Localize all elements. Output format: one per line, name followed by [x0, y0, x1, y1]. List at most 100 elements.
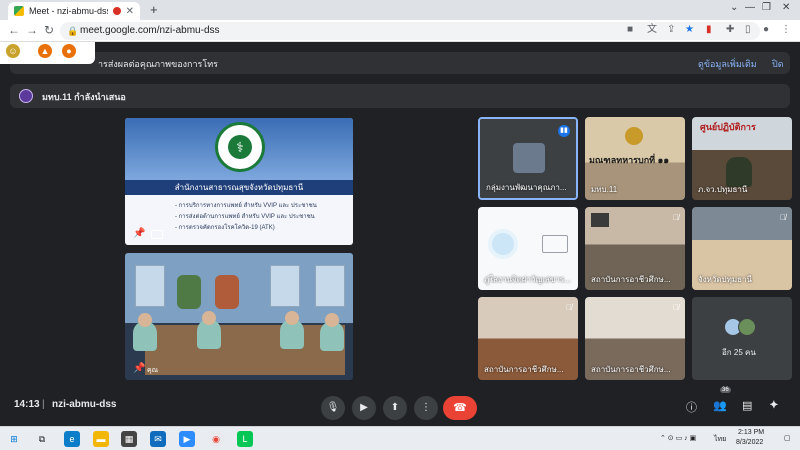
participant-tile[interactable]: 🎙̸ สถาบันการอาชีวศึกษ...	[585, 297, 685, 380]
tab-close-icon[interactable]: ✕	[126, 6, 134, 17]
extensions-icon[interactable]: ✚	[726, 24, 734, 36]
participant-tile[interactable]: ▮▮ กลุ่มงานพัฒนาคุณภา...	[478, 117, 578, 200]
muted-mic-icon: 🎙̸	[566, 303, 572, 312]
input-language[interactable]: ไทย	[714, 434, 726, 445]
banner-text: ารส่งผลต่อคุณภาพของการโทร	[98, 59, 218, 69]
camera-indicator-icon[interactable]: ■	[627, 24, 633, 36]
participant-thumbnail	[591, 213, 609, 227]
browser-tab[interactable]: Meet - nzi-abmu-dss ✕	[8, 2, 140, 20]
window-close-icon[interactable]: ✕	[782, 2, 790, 13]
slide-header: สำนักงานสาธารณสุขจังหวัดปทุมธานี	[125, 180, 353, 195]
bookmark-star-icon[interactable]: ★	[685, 24, 694, 36]
presenting-banner: มทบ.11 กำลังนำเสนอ	[10, 84, 790, 108]
participant-label: สถาบันการอาชีวศึกษ...	[591, 365, 671, 374]
people-icon[interactable]: 👥	[713, 399, 727, 412]
participant-tile[interactable]: 🎙̸ จังหวัดปทุมธานี	[692, 207, 792, 290]
pin-icon[interactable]: 📌	[133, 363, 145, 374]
side-panel-icon[interactable]: ▯	[745, 24, 751, 36]
present-now-button[interactable]: ⬆	[383, 396, 407, 420]
extension-record-icon[interactable]: ●	[62, 44, 76, 58]
microphone-button[interactable]: 🎙	[321, 396, 345, 420]
chrome-menu-icon[interactable]: ⋮	[781, 24, 791, 36]
meeting-code: nzi-abmu-dss	[52, 399, 117, 410]
task-view-icon[interactable]: ⧉	[34, 431, 50, 447]
conference-table	[145, 325, 345, 375]
participant-screen-text: มณฑลทหารบกที่ ๑๑	[589, 155, 670, 165]
participant-label: กลุ่มงานพัฒนาคุณภา...	[486, 183, 567, 192]
url-text: meet.google.com/nzi-abmu-dss	[80, 25, 220, 36]
extension-bar: ☺ ▲ ●	[0, 42, 95, 64]
camera-button[interactable]: ▶	[352, 396, 376, 420]
room-window	[315, 265, 345, 307]
tile-name: คุณ	[147, 367, 159, 374]
activities-icon[interactable]: ⯌	[770, 399, 779, 412]
forward-icon[interactable]: →	[26, 23, 38, 37]
participant-tile[interactable]: 🎙̸ สถาบันการอาชีวศึกษ...	[478, 297, 578, 380]
banner-close-button[interactable]: ปิด	[772, 57, 784, 71]
muted-mic-icon: 🎙̸	[673, 213, 679, 222]
ministry-emblem-icon: ⚕	[215, 122, 265, 172]
room-display	[215, 275, 239, 309]
meet-control-bar: 14:13 | nzi-abmu-dss 🎙 ▶ ⬆ ⋮ ☎ ⓘ 👥 36 ▤ …	[0, 387, 800, 426]
laptop-icon	[542, 235, 568, 253]
minimize-icon[interactable]: —	[745, 2, 755, 13]
participant-tile[interactable]: ภู่ใสงานจิตผ่าวัญเสขาร...	[478, 207, 578, 290]
presenting-text: มทบ.11 กำลังนำเสนอ	[42, 92, 126, 102]
more-participants-tile[interactable]: อีก 25 คน	[692, 297, 792, 380]
presenter-avatar	[19, 89, 33, 103]
participant-avatars	[724, 318, 756, 336]
line-icon[interactable]: L	[237, 431, 253, 447]
muted-mic-icon: 🎙̸	[780, 213, 786, 222]
back-icon[interactable]: ←	[8, 23, 20, 37]
profile-icon[interactable]: ●	[763, 24, 769, 36]
more-options-button[interactable]: ⋮	[414, 396, 438, 420]
meeting-details-icon[interactable]: ⓘ	[686, 399, 697, 415]
translate-icon[interactable]: 文	[647, 24, 657, 36]
army-emblem-icon	[625, 127, 643, 145]
pin-icon[interactable]: 📌	[133, 228, 145, 239]
presentation-tile[interactable]: ⚕ สำนักงานสาธารณสุขจังหวัดปทุมธานี - การ…	[125, 118, 353, 245]
chat-icon[interactable]: ▤	[742, 399, 752, 412]
reload-icon[interactable]: ↻	[44, 23, 54, 37]
edge-icon[interactable]: e	[64, 431, 80, 447]
notification-icon[interactable]: ▢	[784, 434, 791, 442]
participant-screen-text: ศูนย์ปฏิบัติการ	[700, 122, 756, 132]
learn-more-link[interactable]: ดูข้อมูลเพิ่มเติม	[698, 57, 757, 71]
chrome-icon[interactable]: ◉	[208, 431, 224, 447]
extension-emoji-icon[interactable]: ☺	[6, 44, 20, 58]
people-count-badge: 36	[720, 387, 731, 393]
participant-head	[325, 313, 339, 327]
tab-search-icon[interactable]: ⌄	[730, 2, 738, 13]
store-icon[interactable]: ▦	[121, 431, 137, 447]
lock-icon: 🔒	[67, 26, 79, 36]
browser-toolbar: ← → ↻ 🔒 meet.google.com/nzi-abmu-dss ■ 文…	[0, 20, 800, 42]
participant-tile[interactable]: 🎙̸ สถาบันการอาชีวศึกษ...	[585, 207, 685, 290]
tray-icons[interactable]: ⌃ ⊙ ▭ ♪ ▣	[660, 434, 696, 442]
taskbar-time[interactable]: 2:13 PM	[738, 429, 764, 436]
taskbar-date[interactable]: 8/3/2022	[736, 439, 763, 446]
participant-tile[interactable]: ศูนย์ปฏิบัติการ ภ.จว.ปทุมธานี	[692, 117, 792, 200]
meeting-time: 14:13	[14, 399, 40, 410]
mail-icon[interactable]: ✉	[150, 431, 166, 447]
participant-label: สถาบันการอาชีวศึกษ...	[484, 365, 564, 374]
room-video-tile[interactable]: 📌 คุณ	[125, 253, 353, 380]
extension-drive-icon[interactable]: ▲	[38, 44, 52, 58]
maximize-icon[interactable]: ❐	[762, 2, 771, 13]
extension-vpn-icon[interactable]: ▮	[706, 24, 712, 36]
participant-label: ภู่ใสงานจิตผ่าวัญเสขาร...	[484, 275, 571, 284]
participant-label: จังหวัดปทุมธานี	[698, 275, 753, 284]
room-plant	[177, 275, 201, 309]
participant-tile[interactable]: มณฑลทหารบกที่ ๑๑ มทบ.11	[585, 117, 685, 200]
slide-bullet: - การส่งต่อด้านการแพทย์ สำหรับ VVIP และ …	[175, 214, 315, 220]
share-icon[interactable]: ⇪	[667, 24, 675, 36]
new-tab-button[interactable]: +	[150, 2, 158, 17]
leave-call-button[interactable]: ☎	[443, 396, 477, 420]
participant-thumbnail	[513, 143, 545, 173]
start-icon[interactable]: ⊞	[6, 431, 22, 447]
slide-bullet: - การบริการทางการแพทย์ สำหรับ VVIP และ ป…	[175, 203, 317, 209]
caption-icon[interactable]	[151, 230, 163, 239]
zoom-icon[interactable]: ▶	[179, 431, 195, 447]
file-explorer-icon[interactable]: ▬	[93, 431, 109, 447]
participant-label: สถาบันการอาชีวศึกษ...	[591, 275, 671, 284]
room-window	[270, 265, 300, 307]
